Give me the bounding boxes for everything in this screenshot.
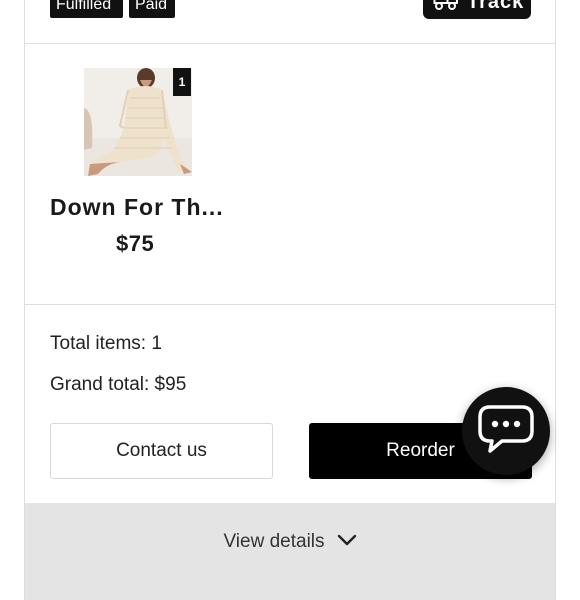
truck-icon — [433, 0, 459, 12]
track-label: Track — [467, 0, 525, 13]
order-card: Fulfilled Paid Track 1 Down For Th... $7… — [24, 0, 556, 600]
paid-badge: Paid — [129, 0, 175, 18]
view-details-bar[interactable]: View details — [25, 503, 555, 600]
contact-us-button[interactable]: Contact us — [50, 423, 273, 479]
quantity-badge: 1 — [173, 68, 191, 96]
chevron-down-icon — [337, 531, 357, 553]
total-items: Total items: 1 — [50, 333, 162, 354]
product-name[interactable]: Down For Th... — [50, 194, 224, 221]
chat-bubble-icon — [476, 403, 536, 460]
fulfilled-badge: Fulfilled — [50, 0, 123, 18]
grand-total: Grand total: $95 — [50, 374, 187, 395]
view-details-label: View details — [223, 531, 325, 552]
chat-button[interactable] — [462, 387, 550, 475]
product-item: 1 Down For Th... $75 — [25, 44, 555, 305]
product-price: $75 — [116, 231, 155, 256]
order-status-row: Fulfilled Paid Track — [25, 0, 555, 44]
track-button[interactable]: Track — [423, 0, 531, 19]
